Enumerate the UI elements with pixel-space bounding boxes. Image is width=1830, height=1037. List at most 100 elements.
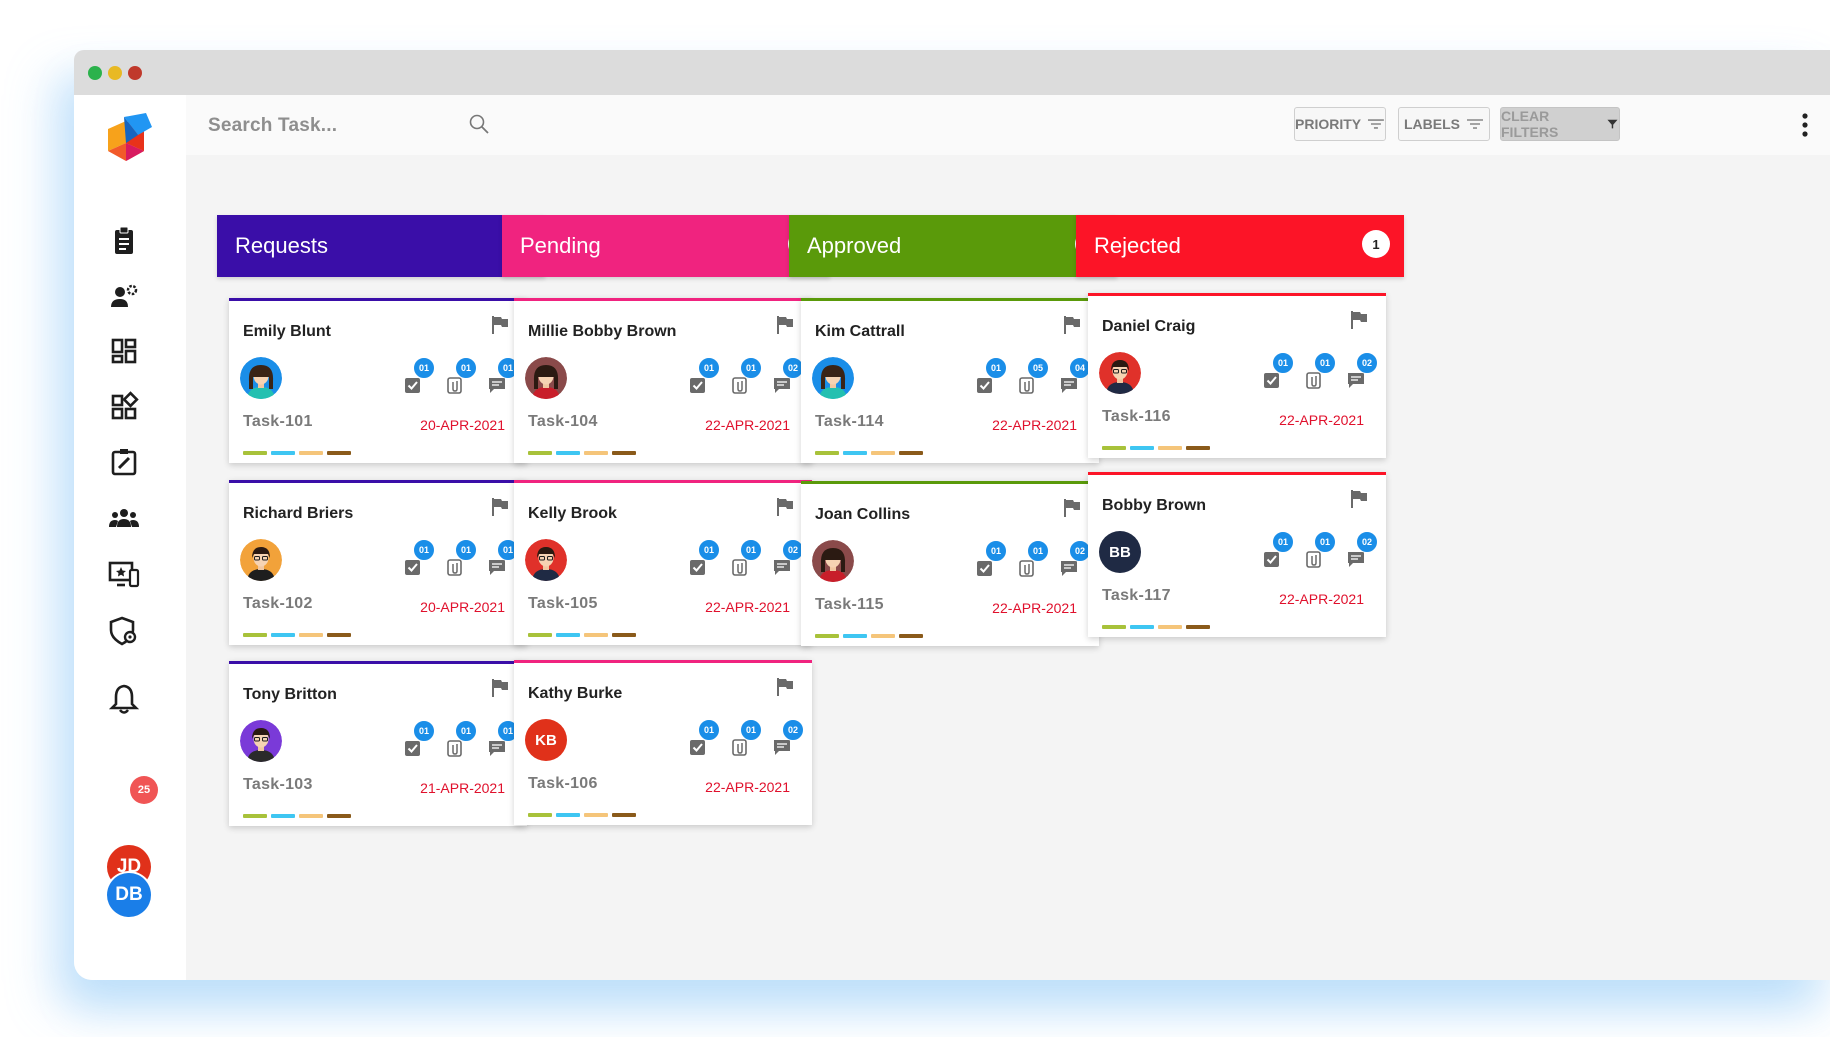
flag-icon[interactable]	[776, 497, 794, 517]
attachment-indicator[interactable]: 01	[730, 357, 762, 395]
window-close-button[interactable]	[128, 66, 142, 80]
notification-bell-icon[interactable]	[108, 683, 140, 715]
attachment-indicator[interactable]: 01	[445, 539, 477, 577]
flag-icon[interactable]	[1350, 489, 1368, 509]
attachment-indicator[interactable]: 01	[445, 720, 477, 758]
subtask-indicator[interactable]: 01	[975, 540, 1007, 578]
label-chip	[584, 633, 608, 637]
comment-indicator[interactable]: 04	[1059, 357, 1091, 395]
label-strip	[1102, 625, 1210, 629]
attachment-indicator[interactable]: 01	[1304, 531, 1336, 569]
labels-filter-button[interactable]: LABELS	[1398, 107, 1490, 141]
priority-filter-label: PRIORITY	[1295, 116, 1362, 132]
task-card[interactable]: Kathy Burke KB 01 01 02 Task-106 22-APR-2021	[514, 660, 812, 825]
subtask-indicator[interactable]: 01	[403, 720, 435, 758]
dashboard-icon[interactable]	[108, 335, 140, 367]
assignee-name: Joan Collins	[815, 506, 911, 523]
attachment-indicator[interactable]: 01	[730, 719, 762, 757]
task-card[interactable]: Daniel Craig 01 01 02 Task-116 22-APR-2021	[1088, 293, 1386, 458]
column-header-pending: Pending3	[502, 215, 830, 277]
attachment-indicator[interactable]: 01	[730, 539, 762, 577]
card-meta: 01 05 04	[975, 357, 1091, 395]
featured-screen-icon[interactable]	[108, 558, 140, 590]
search-input[interactable]: Search Task...	[208, 115, 337, 137]
assignee-name: Daniel Craig	[1102, 318, 1196, 335]
subtask-count: 01	[985, 540, 1007, 562]
subtask-indicator[interactable]: 01	[688, 357, 720, 395]
task-card[interactable]: Joan Collins 01 01 02 Task-115 22-APR-2021	[801, 481, 1099, 646]
subtask-count: 01	[413, 357, 435, 379]
attachment-indicator[interactable]: 01	[1304, 352, 1336, 390]
card-meta: 01 01 02	[688, 357, 804, 395]
flag-icon[interactable]	[491, 497, 509, 517]
label-chip	[899, 451, 923, 455]
subtask-indicator[interactable]: 01	[688, 539, 720, 577]
subtask-count: 01	[1272, 352, 1294, 374]
label-chip	[1102, 446, 1126, 450]
priority-filter-button[interactable]: PRIORITY	[1294, 107, 1386, 141]
subtask-indicator[interactable]: 01	[975, 357, 1007, 395]
clipboard-list-icon[interactable]	[108, 225, 140, 257]
due-date: 20-APR-2021	[420, 417, 505, 433]
notification-badge: 25	[130, 776, 158, 804]
window-minimize-button[interactable]	[108, 66, 122, 80]
comment-indicator[interactable]: 02	[1346, 531, 1378, 569]
comment-indicator[interactable]: 02	[1059, 540, 1091, 578]
team-icon[interactable]	[108, 502, 140, 534]
kanban-board: Requests25+ Add TaskEmily Blunt010101Tas…	[186, 155, 1830, 980]
due-date: 22-APR-2021	[1279, 412, 1364, 428]
flag-icon[interactable]	[1350, 310, 1368, 330]
comment-indicator[interactable]: 02	[772, 719, 804, 757]
task-card[interactable]: Tony Britton 01 01 01 Task-103 21-APR-2021	[229, 661, 527, 826]
flag-icon[interactable]	[1063, 315, 1081, 335]
subtask-indicator[interactable]: 01	[403, 539, 435, 577]
label-strip	[243, 814, 351, 818]
task-card[interactable]: Kelly Brook 01 01 02 Task-105 22-APR-2021	[514, 480, 812, 645]
task-card[interactable]: Richard Briers 01 01 01 Task-102 20-APR-2021	[229, 480, 527, 645]
flag-icon[interactable]	[491, 678, 509, 698]
more-options-icon[interactable]	[1802, 113, 1808, 137]
flag-icon[interactable]	[1063, 498, 1081, 518]
subtask-indicator[interactable]: 01	[1262, 531, 1294, 569]
comment-indicator[interactable]: 01	[487, 539, 519, 577]
attachment-indicator[interactable]: 05	[1017, 357, 1049, 395]
comment-indicator[interactable]: 02	[1346, 352, 1378, 390]
comment-indicator[interactable]: 01	[487, 720, 519, 758]
task-id: Task-105	[528, 595, 598, 612]
label-chip	[299, 633, 323, 637]
task-id: Task-117	[1102, 587, 1171, 604]
search-icon[interactable]	[468, 113, 490, 135]
attachment-indicator[interactable]: 01	[1017, 540, 1049, 578]
label-chip	[271, 814, 295, 818]
label-chip	[899, 634, 923, 638]
security-settings-icon[interactable]	[108, 615, 140, 647]
flag-icon[interactable]	[776, 315, 794, 335]
task-card[interactable]: Emily Blunt 01 01 01 Task-101 20-APR-2021	[229, 298, 527, 463]
card-meta: 01 01 02	[1262, 352, 1378, 390]
edit-task-icon[interactable]	[108, 446, 140, 478]
comment-indicator[interactable]: 02	[772, 539, 804, 577]
subtask-indicator[interactable]: 01	[688, 719, 720, 757]
comment-indicator[interactable]: 02	[772, 357, 804, 395]
task-card[interactable]: Bobby Brown BB 01 01 02 Task-117 22-APR-2021	[1088, 472, 1386, 637]
label-chip	[1158, 625, 1182, 629]
attachment-count: 01	[740, 719, 762, 741]
flag-icon[interactable]	[491, 315, 509, 335]
user-settings-icon[interactable]	[108, 280, 140, 312]
user-avatar[interactable]: DB	[107, 873, 151, 917]
task-card[interactable]: Millie Bobby Brown 01 01 02 Task-104 22-APR-2…	[514, 298, 812, 463]
widgets-icon[interactable]	[108, 391, 140, 423]
subtask-indicator[interactable]: 01	[1262, 352, 1294, 390]
card-meta: 01 01 01	[403, 357, 519, 395]
label-strip	[815, 634, 923, 638]
subtask-count: 01	[413, 720, 435, 742]
task-card[interactable]: Kim Cattrall 01 05 04 Task-114 22-APR-2021	[801, 298, 1099, 463]
due-date: 22-APR-2021	[992, 600, 1077, 616]
clear-filters-button[interactable]: CLEAR FILTERS	[1500, 107, 1620, 141]
comment-indicator[interactable]: 01	[487, 357, 519, 395]
flag-icon[interactable]	[776, 677, 794, 697]
subtask-indicator[interactable]: 01	[403, 357, 435, 395]
attachment-indicator[interactable]: 01	[445, 357, 477, 395]
window-maximize-button[interactable]	[88, 66, 102, 80]
column-count-badge: 1	[1362, 230, 1390, 258]
